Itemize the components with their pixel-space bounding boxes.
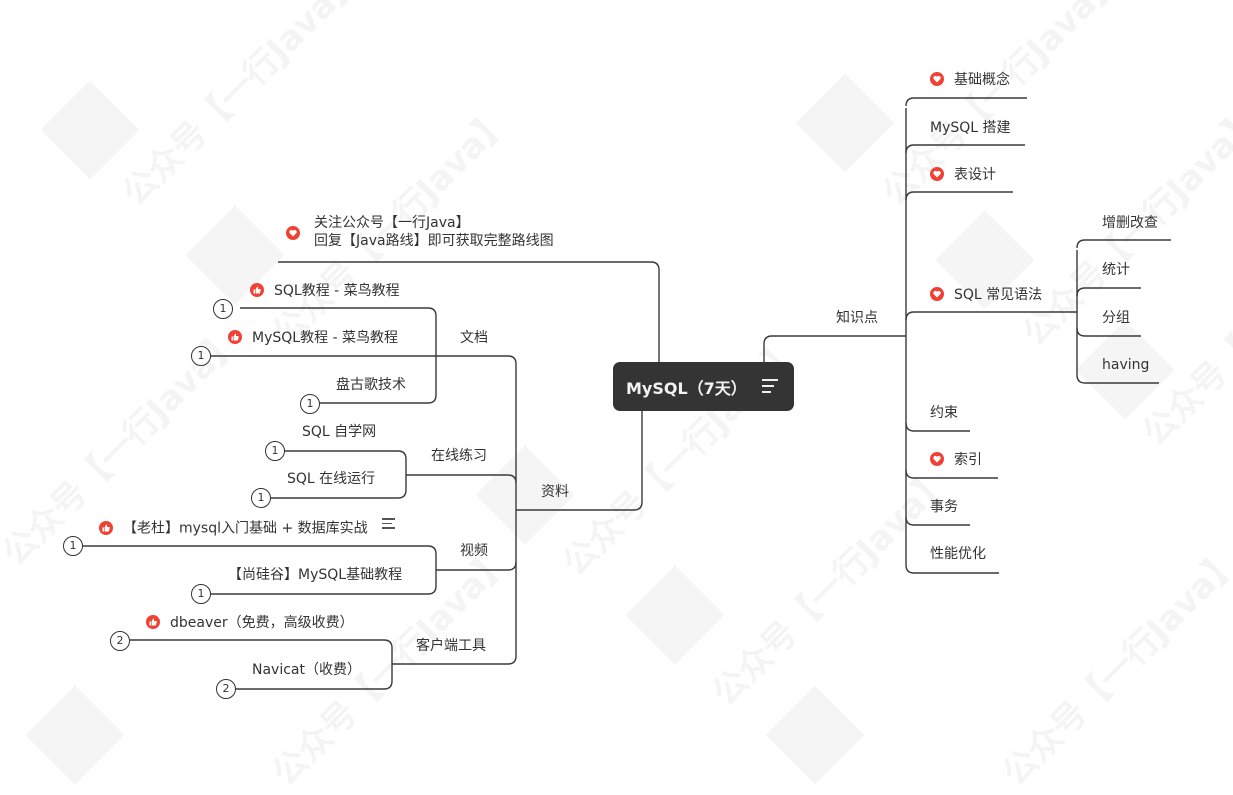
connector: [1076, 287, 1141, 297]
connector: [392, 364, 517, 665]
group-online-practice[interactable]: 在线练习: [431, 447, 487, 465]
count-badge: 1: [213, 299, 233, 319]
connector: [284, 450, 407, 460]
count-badge: 1: [191, 584, 211, 604]
connector: [905, 97, 1027, 107]
link-mysql-tutorial-runoob[interactable]: MySQL教程 - 菜鸟教程: [228, 329, 398, 347]
promo-node[interactable]: 关注公众号【一行Java】 回复【Java路线】即可获取完整路线图: [286, 214, 554, 250]
connector: [436, 561, 517, 571]
branch-knowledge-points[interactable]: 知识点: [836, 309, 878, 327]
link-dbeaver[interactable]: dbeaver（免费，高级收费）: [146, 614, 354, 632]
heart-icon: [930, 287, 944, 301]
count-badge: 2: [216, 679, 236, 699]
subtopic-having[interactable]: having: [1102, 356, 1149, 374]
connector: [240, 307, 437, 317]
connector: [905, 422, 970, 432]
link-navicat[interactable]: Navicat（收费）: [252, 661, 361, 679]
connector: [1076, 327, 1141, 337]
link-laodu-mysql-video[interactable]: 【老杜】mysql入门基础 + 数据库实战: [99, 518, 395, 538]
subtopic-grouping[interactable]: 分组: [1102, 309, 1130, 327]
group-videos[interactable]: 视频: [460, 542, 488, 560]
promo-line-1: 关注公众号【一行Java】: [314, 215, 470, 231]
thumbs-up-icon: [99, 520, 113, 535]
subtopic-statistics[interactable]: 统计: [1102, 261, 1130, 279]
promo-line-2: 回复【Java路线】即可获取完整路线图: [314, 233, 554, 249]
connector: [1076, 239, 1171, 249]
link-sql-online-run[interactable]: SQL 在线运行: [287, 470, 375, 488]
connector: [278, 261, 660, 362]
topic-index[interactable]: 索引: [930, 451, 982, 469]
link-pangu-tech[interactable]: 盘古歌技术: [336, 376, 406, 394]
connector: [406, 474, 517, 484]
topic-sql-syntax[interactable]: SQL 常见语法: [930, 286, 1042, 304]
topic-mysql-setup[interactable]: MySQL 搭建: [930, 119, 1011, 137]
topic-transactions[interactable]: 事务: [930, 498, 958, 516]
thumbs-up-icon: [146, 615, 160, 629]
count-badge: 1: [63, 536, 83, 556]
count-badge: 1: [300, 394, 320, 414]
topic-performance[interactable]: 性能优化: [930, 545, 986, 563]
root-node[interactable]: MySQL（7天）: [613, 362, 794, 411]
thumbs-up-icon: [228, 330, 242, 344]
mindmap-canvas: 公众号【一行Java】 公众号【一行Java】 公众号【一行Java】 公众号【…: [0, 0, 1233, 794]
link-sql-tutorial-runoob[interactable]: SQL教程 - 菜鸟教程: [250, 282, 400, 300]
heart-icon: [930, 72, 944, 86]
group-client-tools[interactable]: 客户端工具: [416, 637, 486, 655]
link-atguigu-mysql-video[interactable]: 【尚硅谷】MySQL基础教程: [228, 566, 402, 584]
count-badge: 1: [265, 441, 285, 461]
connector: [905, 469, 998, 479]
connector: [905, 516, 970, 526]
topic-constraints[interactable]: 约束: [930, 404, 958, 422]
note-lines-icon[interactable]: [381, 518, 395, 532]
connector: [905, 191, 1013, 201]
heart-icon: [930, 167, 944, 181]
connector: [81, 545, 437, 555]
connector: [763, 335, 906, 362]
link-sql-self-study[interactable]: SQL 自学网: [302, 423, 376, 441]
connector: [905, 311, 1077, 321]
topic-table-design[interactable]: 表设计: [930, 166, 996, 184]
subtopic-crud[interactable]: 增删改查: [1102, 214, 1158, 232]
connector: [128, 639, 393, 649]
heart-icon: [930, 452, 944, 466]
connector: [516, 411, 643, 511]
count-badge: 1: [251, 488, 271, 508]
heart-icon: [286, 226, 300, 240]
group-docs[interactable]: 文档: [460, 329, 488, 347]
count-badge: 1: [191, 346, 211, 366]
thumbs-up-icon: [250, 283, 264, 297]
branch-resources[interactable]: 资料: [541, 483, 569, 501]
connector: [905, 144, 1025, 154]
root-label: MySQL（7天）: [626, 378, 747, 398]
topic-basic-concepts[interactable]: 基础概念: [930, 71, 1010, 89]
connector: [210, 355, 517, 365]
note-lines-icon[interactable]: [762, 379, 778, 397]
count-badge: 2: [110, 631, 130, 651]
